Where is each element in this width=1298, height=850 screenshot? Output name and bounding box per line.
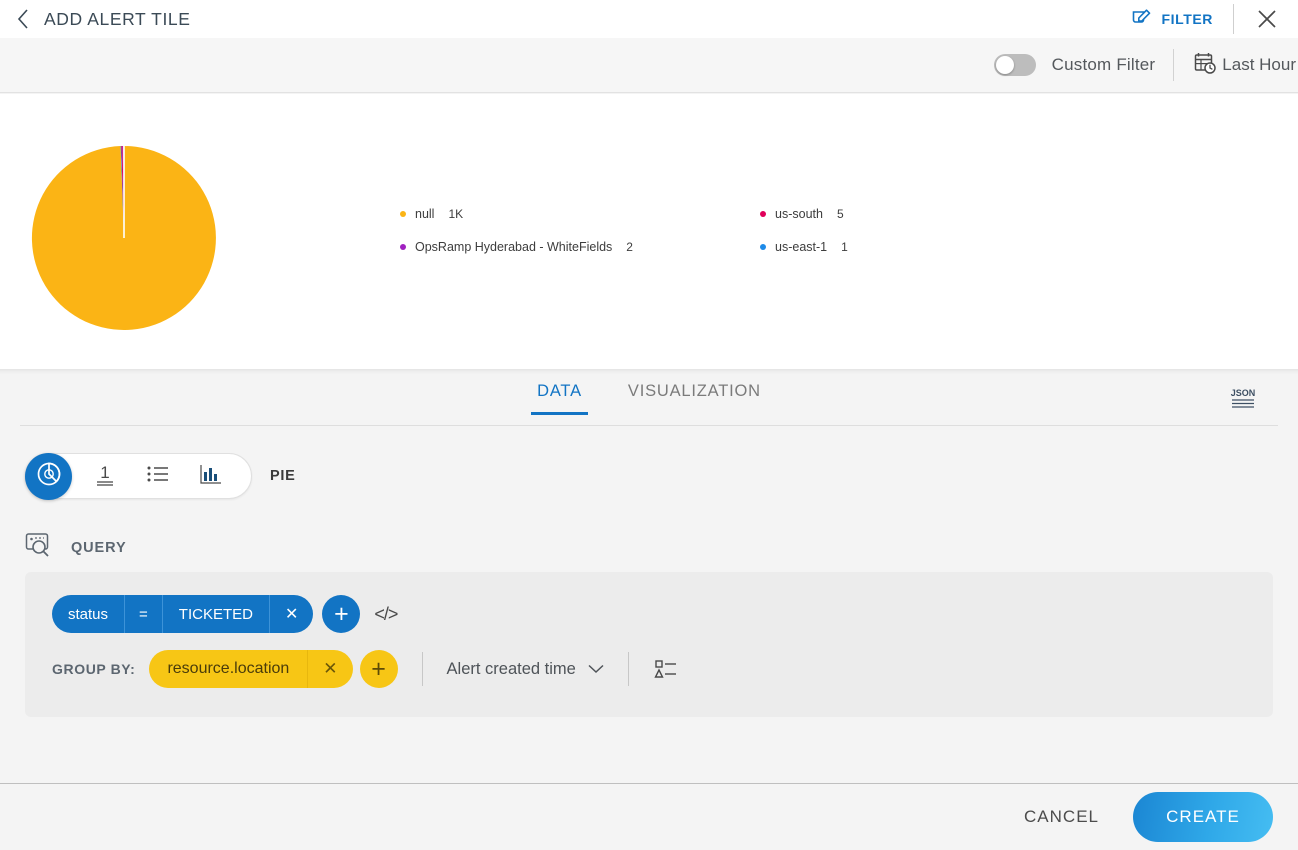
page-title: ADD ALERT TILE — [44, 8, 191, 29]
legend-item[interactable]: us-south 5 — [760, 207, 1120, 221]
editor-tabs-bar: DATA VISUALIZATION JSON — [0, 369, 1298, 427]
toolbar-divider — [1173, 49, 1175, 81]
svg-text:JSON: JSON — [1231, 388, 1256, 398]
chart-type-pie-active[interactable] — [25, 453, 72, 500]
legend-item[interactable]: OpsRamp Hyderabad - WhiteFields 2 — [400, 240, 760, 254]
edit-filter-icon — [1131, 7, 1153, 32]
query-search-icon — [25, 532, 55, 563]
legend-value: 5 — [836, 207, 844, 221]
chart-type-list[interactable] — [131, 453, 184, 499]
cancel-button[interactable]: CANCEL — [1012, 799, 1111, 835]
legend-label: null — [415, 207, 435, 221]
time-range-selector[interactable]: Last Hour — [1192, 50, 1296, 81]
legend-label: us-east-1 — [775, 240, 828, 254]
group-by-chip-remove-icon[interactable]: ✕ — [307, 650, 352, 688]
chevron-down-icon — [588, 660, 604, 679]
titlebar-actions: FILTER — [1131, 0, 1298, 38]
query-builder-panel: status = TICKETED ✕ + </> GROUP BY: reso… — [25, 572, 1273, 717]
chart-type-bar[interactable] — [184, 453, 237, 499]
json-icon[interactable]: JSON — [1226, 381, 1260, 415]
dialog-footer: CANCEL CREATE — [0, 784, 1298, 850]
custom-filter-toggle[interactable] — [993, 54, 1036, 76]
legend-value: 2 — [626, 240, 633, 254]
time-field-dropdown[interactable]: Alert created time — [447, 660, 604, 679]
chart-type-selector: 1 PIE — [25, 452, 295, 500]
dialog-titlebar: ADD ALERT TILE FILTER — [0, 0, 1298, 38]
group-by-chip: resource.location ✕ — [149, 650, 353, 688]
code-icon[interactable]: </> — [374, 604, 398, 625]
legend-item[interactable]: us-east-1 1 — [760, 240, 1120, 254]
svg-text:1: 1 — [100, 463, 109, 482]
back-chevron-icon[interactable] — [14, 7, 32, 31]
toggle-knob — [995, 56, 1014, 74]
close-icon[interactable] — [1254, 6, 1280, 32]
chart-preview-panel: null 1K us-south 5 OpsRamp Hyderabad - W… — [0, 94, 1298, 369]
tab-visualization[interactable]: VISUALIZATION — [622, 382, 767, 415]
chart-type-single-value[interactable]: 1 — [78, 453, 131, 499]
query-section-label: QUERY — [71, 539, 127, 556]
filter-chip: status = TICKETED ✕ — [52, 595, 314, 633]
filter-chip-operator[interactable]: = — [125, 595, 163, 633]
legend-label: us-south — [775, 207, 823, 221]
filter-chip-field[interactable]: status — [52, 595, 126, 633]
create-button[interactable]: CREATE — [1133, 792, 1273, 842]
legend-color-dot — [400, 211, 406, 217]
legend-value: 1K — [448, 207, 464, 221]
filter-toolbar: Custom Filter Last Hour — [0, 38, 1298, 93]
group-by-chip-value[interactable]: resource.location — [149, 650, 307, 688]
add-filter-button[interactable]: + — [322, 595, 361, 633]
query-filter-row: status = TICKETED ✕ + </> — [52, 595, 398, 633]
filter-chip-remove-icon[interactable]: ✕ — [270, 595, 313, 633]
editor-tabs: DATA VISUALIZATION — [0, 382, 1298, 415]
add-group-by-button[interactable]: + — [359, 650, 398, 688]
legend-color-dot — [760, 244, 766, 250]
chart-legend: null 1K us-south 5 OpsRamp Hyderabad - W… — [400, 207, 1280, 254]
titlebar-divider — [1233, 4, 1234, 34]
time-field-label: Alert created time — [446, 659, 576, 678]
sort-legend-icon[interactable] — [653, 656, 679, 682]
filter-button[interactable]: FILTER — [1131, 7, 1213, 32]
plus-icon: + — [334, 599, 349, 628]
calendar-clock-icon — [1192, 50, 1218, 81]
tabs-underline — [20, 425, 1278, 426]
plus-icon: + — [371, 654, 386, 683]
legend-color-dot — [400, 244, 406, 250]
query-section-header: QUERY — [25, 532, 127, 563]
time-range-label: Last Hour — [1222, 55, 1296, 74]
legend-value: 1 — [841, 240, 848, 254]
add-alert-tile-dialog: ADD ALERT TILE FILTER Custom Filter Last… — [0, 0, 1298, 850]
custom-filter-label: Custom Filter — [1051, 55, 1156, 74]
sort-divider — [627, 652, 629, 686]
group-row-divider — [421, 652, 423, 686]
legend-item[interactable]: null 1K — [400, 207, 760, 221]
pie-chart-icon — [35, 460, 63, 493]
tab-data[interactable]: DATA — [531, 382, 588, 415]
bar-chart-icon — [196, 459, 226, 494]
pie-chart — [30, 144, 218, 332]
legend-color-dot — [760, 211, 766, 217]
query-group-by-row: GROUP BY: resource.location ✕ + Alert cr… — [52, 650, 679, 688]
chart-type-label: PIE — [270, 468, 296, 484]
group-by-label: GROUP BY: — [52, 661, 136, 677]
legend-label: OpsRamp Hyderabad - WhiteFields — [415, 240, 613, 254]
filter-button-label: FILTER — [1161, 11, 1213, 27]
single-value-icon: 1 — [90, 459, 120, 494]
filter-chip-value[interactable]: TICKETED — [163, 595, 270, 633]
list-icon — [143, 459, 173, 494]
